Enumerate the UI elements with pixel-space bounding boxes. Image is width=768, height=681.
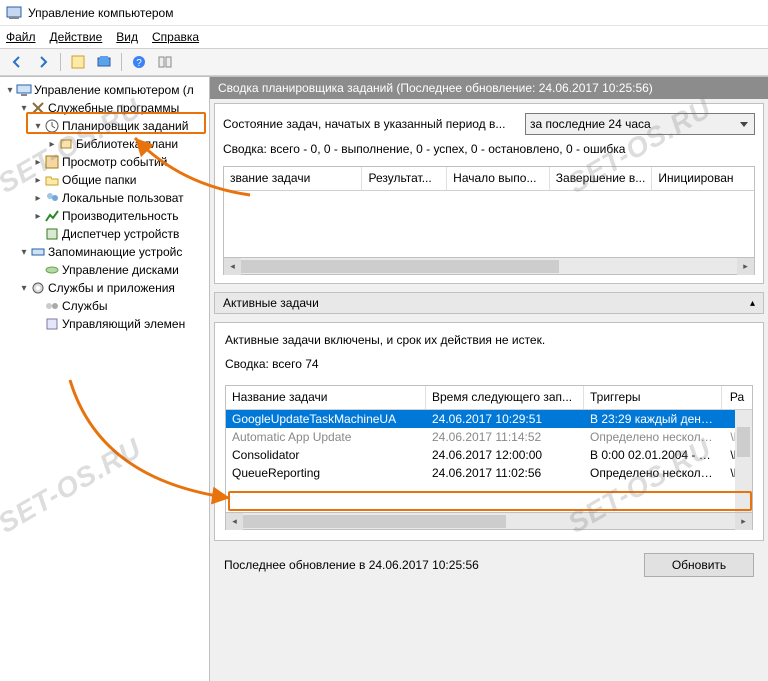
cell: В 23:29 каждый день - ... [584, 412, 722, 426]
status-grid-header: звание задачи Результат... Начало выпо..… [224, 167, 754, 191]
summary-header: Сводка планировщика заданий (Последнее о… [210, 77, 768, 99]
tree-scheduler-library[interactable]: ▸Библиотека плани [4, 135, 205, 153]
col-next-run[interactable]: Время следующего зап... [426, 386, 584, 409]
device-icon [44, 226, 60, 242]
toolbar-separator-2 [121, 53, 122, 71]
app-icon [6, 5, 22, 21]
active-intro: Активные задачи включены, и срок их дейс… [225, 333, 753, 347]
storage-icon [30, 244, 46, 260]
cell: В 0:00 02.01.2004 - Част... [584, 448, 722, 462]
col-start[interactable]: Начало выпо... [447, 167, 550, 190]
content-pane: Сводка планировщика заданий (Последнее о… [210, 77, 768, 681]
refresh-icon-button[interactable] [93, 51, 115, 73]
cell: Определено несколько... [584, 466, 722, 480]
tools-icon [30, 100, 46, 116]
tree-event-viewer[interactable]: ▸Просмотр событий [4, 153, 205, 171]
back-button[interactable] [6, 51, 28, 73]
tree-shared-folders[interactable]: ▸Общие папки [4, 171, 205, 189]
help-button[interactable]: ? [128, 51, 150, 73]
menubar: Файл Действие Вид Справка [0, 26, 768, 48]
cell: 24.06.2017 11:14:52 [426, 430, 584, 444]
main-split: ▾Управление компьютером (л ▾Служебные пр… [0, 76, 768, 681]
tree-disk-mgmt[interactable]: Управление дисками [4, 261, 205, 279]
cell: Определено несколько... [584, 430, 722, 444]
totals-text: Сводка: всего - 0, 0 - выполнение, 0 - у… [223, 142, 755, 156]
menu-action[interactable]: Действие [50, 30, 103, 44]
status-panel: Состояние задач, начатых в указанный пер… [214, 103, 764, 284]
cell: Consolidator [226, 448, 426, 462]
performance-icon [44, 208, 60, 224]
disk-icon [44, 262, 60, 278]
tree-services-apps[interactable]: ▾Службы и приложения [4, 279, 205, 297]
col-end[interactable]: Завершение в... [550, 167, 653, 190]
tree-performance[interactable]: ▸Производительность [4, 207, 205, 225]
cell: 24.06.2017 10:29:51 [426, 412, 584, 426]
col-result[interactable]: Результат... [362, 167, 447, 190]
cell: Automatic App Update [226, 430, 426, 444]
toolbar: ? [0, 48, 768, 76]
table-row[interactable]: QueueReporting24.06.2017 11:02:56Определ… [226, 464, 752, 482]
properties-button[interactable] [67, 51, 89, 73]
menu-help[interactable]: Справка [152, 30, 199, 44]
tree-device-manager[interactable]: Диспетчер устройств [4, 225, 205, 243]
active-grid-header: Название задачи Время следующего зап... … [226, 386, 752, 410]
status-grid: звание задачи Результат... Начало выпо..… [223, 166, 755, 275]
library-icon [58, 136, 74, 152]
active-vscroll[interactable] [735, 410, 752, 512]
table-row[interactable]: Consolidator24.06.2017 12:00:00В 0:00 02… [226, 446, 752, 464]
active-section-header[interactable]: Активные задачи ▴ [214, 292, 764, 314]
status-grid-body[interactable] [224, 191, 754, 257]
period-combo[interactable]: за последние 24 часа [525, 113, 755, 135]
tree-root-node[interactable]: ▾Управление компьютером (л [4, 81, 205, 99]
col-path[interactable]: Ра [722, 386, 752, 409]
tree-system-tools[interactable]: ▾Служебные программы [4, 99, 205, 117]
col-task-name[interactable]: звание задачи [224, 167, 362, 190]
last-update-text: Последнее обновление в 24.06.2017 10:25:… [224, 558, 479, 572]
tree-wmi[interactable]: Управляющий элемен [4, 315, 205, 333]
col-active-name[interactable]: Название задачи [226, 386, 426, 409]
clock-icon [44, 118, 60, 134]
tree-local-users[interactable]: ▸Локальные пользоват [4, 189, 205, 207]
active-panel: Активные задачи включены, и срок их дейс… [214, 322, 764, 541]
forward-button[interactable] [32, 51, 54, 73]
wmi-icon [44, 316, 60, 332]
cell: QueueReporting [226, 466, 426, 480]
folder-share-icon [44, 172, 60, 188]
tree-storage[interactable]: ▾Запоминающие устройс [4, 243, 205, 261]
status-label: Состояние задач, начатых в указанный пер… [223, 117, 525, 131]
table-row[interactable]: GoogleUpdateTaskMachineUA24.06.2017 10:2… [226, 410, 752, 428]
tree-task-scheduler[interactable]: ▾Планировщик заданий [4, 117, 205, 135]
cell: 24.06.2017 12:00:00 [426, 448, 584, 462]
svg-text:?: ? [136, 58, 142, 69]
cell: 24.06.2017 11:02:56 [426, 466, 584, 480]
active-grid-body[interactable]: GoogleUpdateTaskMachineUA24.06.2017 10:2… [226, 410, 752, 512]
users-icon [44, 190, 60, 206]
window-title: Управление компьютером [28, 6, 173, 20]
tree-pane[interactable]: ▾Управление компьютером (л ▾Служебные пр… [0, 77, 210, 681]
cell: GoogleUpdateTaskMachineUA [226, 412, 426, 426]
col-triggers[interactable]: Триггеры [584, 386, 722, 409]
computer-icon [16, 82, 32, 98]
refresh-button[interactable]: Обновить [644, 553, 754, 577]
tree-services[interactable]: Службы [4, 297, 205, 315]
show-hide-icon[interactable] [154, 51, 176, 73]
services-icon [44, 298, 60, 314]
active-hscroll[interactable]: ◂▸ [226, 512, 752, 529]
event-icon [44, 154, 60, 170]
menu-view[interactable]: Вид [116, 30, 138, 44]
footer: Последнее обновление в 24.06.2017 10:25:… [214, 549, 764, 581]
active-grid: Название задачи Время следующего зап... … [225, 385, 753, 530]
titlebar: Управление компьютером [0, 0, 768, 26]
gear-icon [30, 280, 46, 296]
status-hscroll[interactable]: ◂▸ [224, 257, 754, 274]
col-initiated[interactable]: Инициирован [652, 167, 754, 190]
toolbar-separator [60, 53, 61, 71]
collapse-icon[interactable]: ▴ [750, 298, 755, 309]
menu-file[interactable]: Файл [6, 30, 36, 44]
active-count: Сводка: всего 74 [225, 357, 753, 371]
table-row[interactable]: Automatic App Update24.06.2017 11:14:52О… [226, 428, 752, 446]
